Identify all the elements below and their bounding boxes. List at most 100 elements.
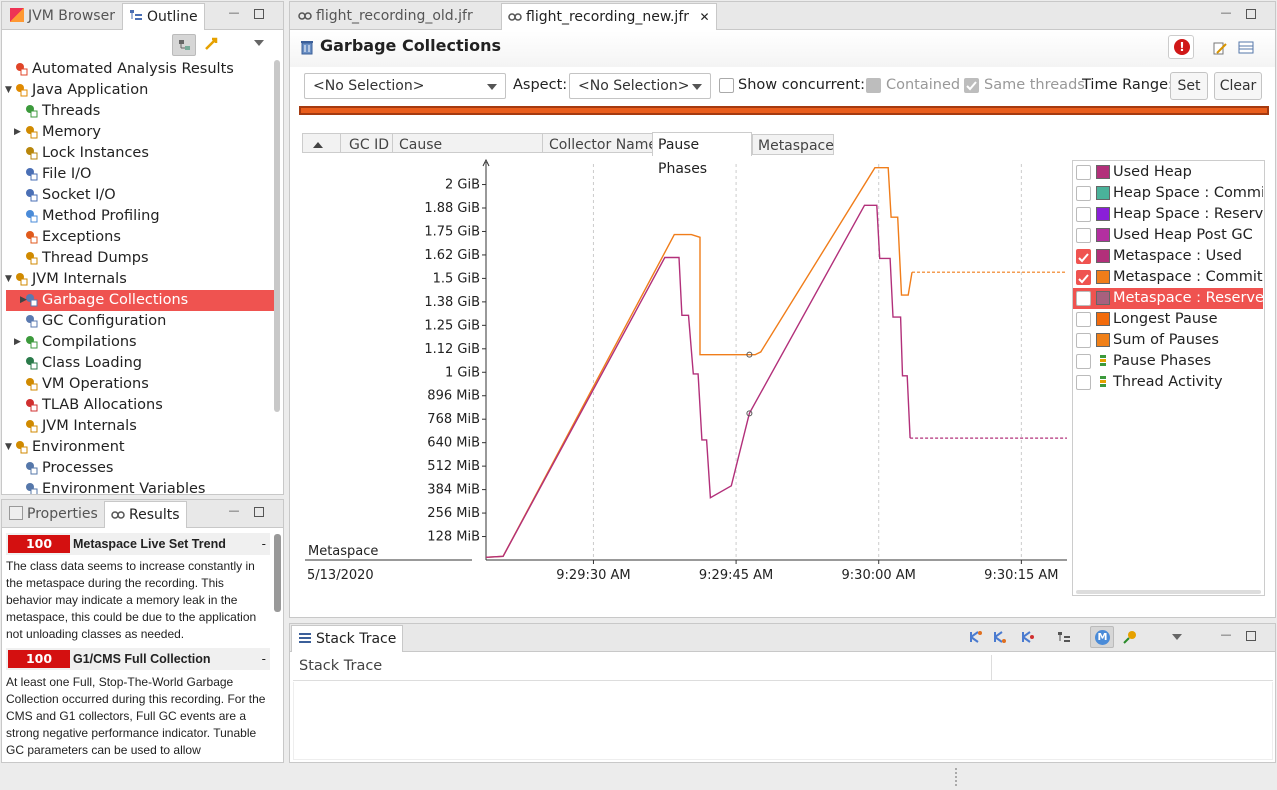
column-stack-trace[interactable]: Stack Trace	[299, 658, 382, 674]
alert-icon-button[interactable]: !	[1168, 35, 1194, 59]
outline-item-threads[interactable]: Threads	[24, 101, 274, 122]
group-from-bottom-icon[interactable]	[992, 629, 1008, 645]
legend-item-longest-pause[interactable]: Longest Pause	[1073, 309, 1263, 330]
link-with-editor-button[interactable]	[172, 34, 196, 56]
result-header[interactable]: 100 G1/CMS Full Collection -	[6, 648, 270, 670]
collapse-icon[interactable]: -	[262, 648, 266, 670]
tab-flight-recording-new[interactable]: flight_recording_new.jfr ✕	[501, 3, 717, 30]
outline-item-lock-instances[interactable]: Lock Instances	[24, 143, 274, 164]
legend-checkbox[interactable]	[1076, 291, 1091, 306]
chevron-right-icon[interactable]: ▶	[14, 332, 21, 353]
time-range-bar[interactable]	[299, 106, 1269, 115]
chevron-right-icon[interactable]: ▶	[14, 122, 21, 143]
metaspace-chart[interactable]: 128 MiB 256 MiB 384 MiB 512 MiB 640 MiB 768 M…	[290, 152, 1070, 592]
tree-view-icon[interactable]	[1056, 629, 1072, 645]
view-menu-icon[interactable]	[254, 40, 264, 46]
outline-item-tlab-allocations[interactable]: TLAB Allocations	[24, 395, 274, 416]
collapse-icon[interactable]: -	[262, 533, 266, 555]
legend-item-metaspace-committed[interactable]: Metaspace : Committed	[1073, 267, 1263, 288]
filter-combo[interactable]: <No Selection>	[304, 73, 506, 99]
legend-checkbox[interactable]	[1076, 165, 1091, 180]
legend-checkbox[interactable]	[1076, 186, 1091, 201]
legend-checkbox[interactable]	[1076, 270, 1091, 285]
show-concurrent-checkbox[interactable]	[719, 78, 734, 93]
aspect-combo[interactable]: <No Selection>	[569, 73, 711, 99]
outline-item-vm-operations[interactable]: VM Operations	[24, 374, 274, 395]
legend-checkbox[interactable]	[1076, 228, 1091, 243]
outline-item-java-application[interactable]: ▼ Java Application	[5, 80, 274, 101]
chevron-down-icon[interactable]: ▼	[5, 80, 12, 101]
outline-scrollbar[interactable]	[274, 60, 280, 412]
legend-checkbox[interactable]	[1076, 375, 1091, 390]
outline-item-processes[interactable]: Processes	[24, 458, 274, 479]
results-scrollbar[interactable]	[274, 534, 281, 612]
legend-item-heap-space-committed[interactable]: Heap Space : Committed	[1073, 183, 1263, 204]
minimize-icon[interactable]: —	[228, 505, 240, 518]
outline-item-compilations[interactable]: ▶ Compilations	[14, 332, 274, 353]
column-cause[interactable]: Cause	[393, 134, 543, 152]
tab-results[interactable]: Results	[104, 501, 187, 528]
chevron-down-icon[interactable]: ▼	[5, 269, 12, 290]
column-collector-name[interactable]: Collector Name	[543, 134, 653, 152]
tab-jvm-browser[interactable]: JVM Browser	[4, 3, 121, 30]
minimize-icon[interactable]: —	[228, 7, 240, 20]
sync-icon[interactable]	[202, 35, 222, 55]
outline-item-class-loading[interactable]: Class Loading	[24, 353, 274, 374]
legend-item-thread-activity[interactable]: Thread Activity	[1073, 372, 1263, 393]
outline-item-garbage-collections[interactable]: ▶ Garbage Collections	[6, 290, 274, 311]
tab-stack-trace[interactable]: Stack Trace	[291, 625, 404, 652]
outline-item-socket-i-o[interactable]: Socket I/O	[24, 185, 274, 206]
chevron-down-icon[interactable]: ▼	[5, 437, 12, 458]
legend-item-sum-of-pauses[interactable]: Sum of Pauses	[1073, 330, 1263, 351]
minimize-icon[interactable]: —	[1220, 629, 1232, 642]
outline-item-exceptions[interactable]: Exceptions	[24, 227, 274, 248]
legend-checkbox[interactable]	[1076, 207, 1091, 222]
status-bar-grip[interactable]	[955, 768, 958, 786]
outline-item-jvm-internals[interactable]: JVM Internals	[24, 416, 274, 437]
series-line-metaspace-used[interactable]	[485, 204, 911, 558]
maximize-icon[interactable]	[254, 9, 264, 19]
close-icon[interactable]: ✕	[699, 10, 709, 24]
outline-item-environment[interactable]: ▼ Environment	[5, 437, 274, 458]
series-line-metaspace-committed[interactable]	[485, 167, 913, 558]
legend-checkbox[interactable]	[1076, 312, 1091, 327]
chevron-right-icon[interactable]: ▶	[20, 290, 27, 311]
outline-item-automated-analysis-results[interactable]: Automated Analysis Results	[14, 59, 274, 80]
legend-item-metaspace-used[interactable]: Metaspace : Used	[1073, 246, 1263, 267]
method-button[interactable]: M	[1090, 626, 1114, 648]
column-gc-id[interactable]: GC ID	[341, 134, 393, 152]
legend-scrollbar[interactable]	[1076, 590, 1261, 594]
maximize-icon[interactable]	[1246, 9, 1256, 19]
maximize-icon[interactable]	[1246, 631, 1256, 641]
clear-button[interactable]: Clear	[1214, 72, 1262, 100]
contained-checkbox[interactable]	[866, 78, 881, 93]
same-threads-checkbox[interactable]	[964, 78, 979, 93]
result-header[interactable]: 100 Metaspace Live Set Trend -	[6, 533, 270, 555]
threads-filter-icon[interactable]	[1122, 629, 1138, 645]
outline-item-memory[interactable]: ▶ Memory	[14, 122, 274, 143]
legend-item-heap-space-reserved[interactable]: Heap Space : Reserved	[1073, 204, 1263, 225]
maximize-icon[interactable]	[254, 507, 264, 517]
tab-outline[interactable]: Outline	[122, 3, 205, 30]
edit-icon[interactable]	[1212, 40, 1228, 56]
set-button[interactable]: Set	[1170, 72, 1208, 100]
view-menu-icon[interactable]	[1172, 634, 1182, 640]
outline-item-environment-variables[interactable]: Environment Variables	[24, 479, 274, 494]
distinguish-frames-icon[interactable]	[1020, 629, 1036, 645]
sort-column[interactable]	[303, 134, 341, 152]
legend-checkbox[interactable]	[1076, 333, 1091, 348]
tab-flight-recording-old[interactable]: flight_recording_old.jfr	[292, 3, 479, 30]
outline-item-thread-dumps[interactable]: Thread Dumps	[24, 248, 274, 269]
group-from-top-icon[interactable]	[968, 629, 984, 645]
legend-checkbox[interactable]	[1076, 354, 1091, 369]
tab-properties[interactable]: Properties	[3, 501, 104, 528]
legend-item-used-heap-post-gc[interactable]: Used Heap Post GC	[1073, 225, 1263, 246]
outline-item-method-profiling[interactable]: Method Profiling	[24, 206, 274, 227]
outline-item-file-i-o[interactable]: File I/O	[24, 164, 274, 185]
legend-item-pause-phases[interactable]: Pause Phases	[1073, 351, 1263, 372]
outline-item-jvm-internals[interactable]: ▼ JVM Internals	[5, 269, 274, 290]
legend-item-used-heap[interactable]: Used Heap	[1073, 162, 1263, 183]
table-icon[interactable]	[1238, 40, 1254, 56]
outline-item-gc-configuration[interactable]: GC Configuration	[24, 311, 274, 332]
legend-item-metaspace-reserved[interactable]: Metaspace : Reserved	[1073, 288, 1263, 309]
